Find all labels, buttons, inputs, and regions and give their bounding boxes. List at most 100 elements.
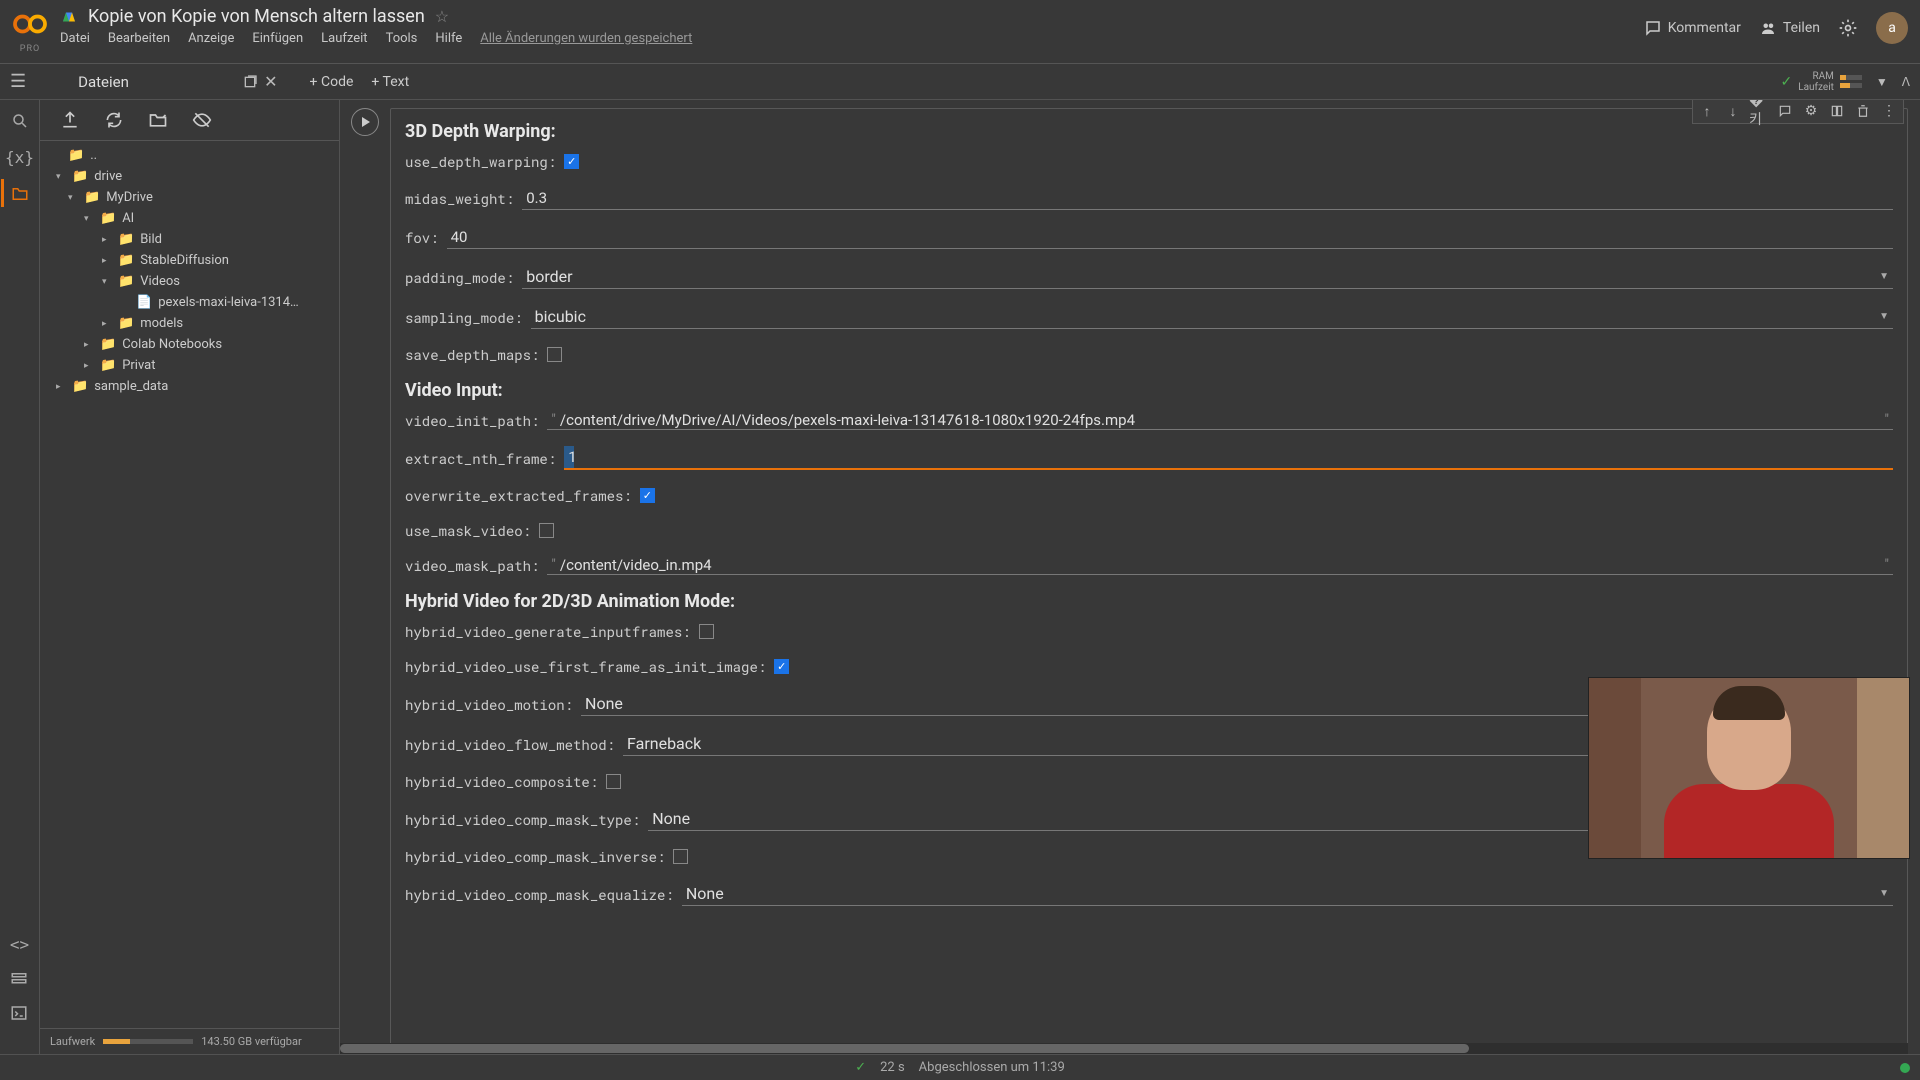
label-fov: fov:	[405, 228, 439, 247]
label-use-depth-warping: use_depth_warping:	[405, 152, 556, 171]
tree-bild[interactable]: ▸📁Bild	[46, 229, 333, 250]
label-hv-mask-inverse: hybrid_video_comp_mask_inverse:	[405, 847, 665, 866]
menu-insert[interactable]: Einfügen	[252, 31, 303, 46]
code-snippet-icon[interactable]: <>	[10, 935, 29, 954]
menu-toggle-icon[interactable]: ☰	[10, 71, 26, 92]
chevron-down-icon: ▼	[1879, 271, 1889, 282]
avatar[interactable]: a	[1876, 12, 1908, 44]
input-video-init-path[interactable]	[560, 411, 1881, 429]
share-button[interactable]: Teilen	[1759, 19, 1820, 37]
colab-logo-icon[interactable]	[12, 6, 48, 42]
section-depth-warping: 3D Depth Warping:	[405, 121, 1893, 142]
comment-cell-icon[interactable]	[1775, 101, 1795, 121]
header-right: Kommentar Teilen a	[1644, 12, 1908, 44]
delete-cell-icon[interactable]	[1853, 101, 1873, 121]
checkbox-hv-composite[interactable]	[606, 774, 621, 789]
label-extract-nth-frame: extract_nth_frame:	[405, 449, 556, 468]
mount-drive-icon[interactable]	[148, 110, 168, 130]
add-code-button[interactable]: + Code	[310, 74, 354, 90]
hidden-files-icon[interactable]	[192, 110, 212, 130]
select-sampling-mode[interactable]: bicubic▼	[531, 305, 1893, 329]
close-panel-icon[interactable]: ✕	[264, 72, 277, 91]
webcam-overlay[interactable]: ⤢	[1588, 677, 1910, 859]
menu-tools[interactable]: Tools	[386, 31, 418, 46]
checkbox-overwrite-frames[interactable]	[640, 488, 655, 503]
check-icon: ✓	[1780, 74, 1792, 90]
settings-cell-icon[interactable]: ⚙	[1801, 101, 1821, 121]
label-hv-flow-method: hybrid_video_flow_method:	[405, 735, 615, 754]
checkbox-hv-gen-inputframes[interactable]	[699, 624, 714, 639]
select-hv-mask-equalize[interactable]: None▼	[682, 882, 1893, 906]
document-title[interactable]: Kopie von Kopie von Mensch altern lassen	[88, 6, 425, 27]
menu-file[interactable]: Datei	[60, 31, 90, 46]
tree-up[interactable]: 📁..	[46, 145, 333, 166]
main-menu: Datei Bearbeiten Anzeige Einfügen Laufze…	[60, 31, 1644, 46]
disk-usage: Laufwerk 143.50 GB verfügbar	[40, 1028, 339, 1054]
checkbox-hv-first-frame[interactable]	[774, 659, 789, 674]
more-cell-icon[interactable]: ⋮	[1879, 101, 1899, 121]
move-up-icon[interactable]: ↑	[1697, 101, 1717, 121]
new-window-icon[interactable]	[242, 74, 258, 90]
resource-indicator[interactable]: ✓ RAMLaufzeit	[1780, 71, 1861, 93]
checkbox-save-depth-maps[interactable]	[547, 347, 562, 362]
input-extract-nth-frame[interactable]	[564, 446, 1893, 470]
tree-sd[interactable]: ▸📁StableDiffusion	[46, 250, 333, 271]
tree-privat[interactable]: ▸📁Privat	[46, 355, 333, 376]
title-area: Kopie von Kopie von Mensch altern lassen…	[60, 6, 1644, 46]
variables-icon[interactable]: {x}	[5, 148, 34, 167]
tree-ai[interactable]: ▾📁AI	[46, 208, 333, 229]
search-icon[interactable]	[11, 112, 29, 130]
tree-sample[interactable]: ▸📁sample_data	[46, 376, 333, 397]
select-padding-mode[interactable]: border▼	[522, 265, 1893, 289]
code-cell: 3D Depth Warping: use_depth_warping: mid…	[340, 100, 1920, 1054]
upload-icon[interactable]	[60, 110, 80, 130]
move-down-icon[interactable]: ↓	[1723, 101, 1743, 121]
gear-icon[interactable]	[1838, 18, 1858, 38]
connection-dot-icon	[1900, 1063, 1910, 1073]
run-cell-button[interactable]	[351, 108, 379, 136]
checkbox-hv-mask-inverse[interactable]	[673, 849, 688, 864]
cell-form[interactable]: 3D Depth Warping: use_depth_warping: mid…	[390, 108, 1908, 1054]
label-sampling-mode: sampling_mode:	[405, 308, 523, 327]
notebook-main: 3D Depth Warping: use_depth_warping: mid…	[340, 100, 1920, 1054]
link-icon[interactable]: �키	[1749, 101, 1769, 121]
refresh-icon[interactable]	[104, 110, 124, 130]
drive-icon	[60, 8, 78, 26]
exec-duration: 22 s	[880, 1060, 905, 1075]
label-hv-composite: hybrid_video_composite:	[405, 772, 598, 791]
file-tree[interactable]: 📁.. ▾📁drive ▾📁MyDrive ▾📁AI ▸📁Bild ▸📁Stab…	[40, 140, 339, 1028]
tree-video-file[interactable]: 📄pexels-maxi-leiva-1314…	[46, 292, 333, 313]
comment-button[interactable]: Kommentar	[1644, 19, 1741, 37]
comment-icon	[1644, 19, 1662, 37]
terminal-icon[interactable]	[10, 1004, 28, 1022]
checkbox-use-mask-video[interactable]	[539, 523, 554, 538]
checkbox-use-depth-warping[interactable]	[564, 154, 579, 169]
star-icon[interactable]: ☆	[435, 7, 449, 26]
input-video-mask-path[interactable]	[560, 556, 1881, 574]
label-overwrite-frames: overwrite_extracted_frames:	[405, 486, 632, 505]
save-status[interactable]: Alle Änderungen wurden gespeichert	[480, 31, 692, 46]
menu-runtime[interactable]: Laufzeit	[321, 31, 367, 46]
check-icon: ✓	[855, 1060, 866, 1075]
command-palette-icon[interactable]	[10, 970, 28, 988]
files-icon[interactable]	[11, 185, 29, 203]
collapse-header-icon[interactable]: ᐱ	[1902, 75, 1910, 89]
tree-models[interactable]: ▸📁models	[46, 313, 333, 334]
mirror-cell-icon[interactable]	[1827, 101, 1847, 121]
add-text-button[interactable]: + Text	[371, 74, 409, 90]
label-midas-weight: midas_weight:	[405, 189, 514, 208]
input-midas-weight[interactable]	[522, 187, 1893, 210]
label-hv-mask-type: hybrid_video_comp_mask_type:	[405, 810, 640, 829]
menu-edit[interactable]: Bearbeiten	[108, 31, 170, 46]
input-fov[interactable]	[447, 226, 1893, 249]
tree-mydrive[interactable]: ▾📁MyDrive	[46, 187, 333, 208]
tree-colab[interactable]: ▸📁Colab Notebooks	[46, 334, 333, 355]
menu-view[interactable]: Anzeige	[188, 31, 234, 46]
tree-videos[interactable]: ▾📁Videos	[46, 271, 333, 292]
section-hybrid: Hybrid Video for 2D/3D Animation Mode:	[405, 591, 1893, 612]
horizontal-scrollbar[interactable]	[340, 1043, 1908, 1054]
cell-toolbar: ↑ ↓ �키 ⚙ ⋮	[1692, 100, 1904, 124]
tree-drive[interactable]: ▾📁drive	[46, 166, 333, 187]
menu-help[interactable]: Hilfe	[435, 31, 462, 46]
resource-dropdown-icon[interactable]: ▼	[1876, 75, 1888, 89]
